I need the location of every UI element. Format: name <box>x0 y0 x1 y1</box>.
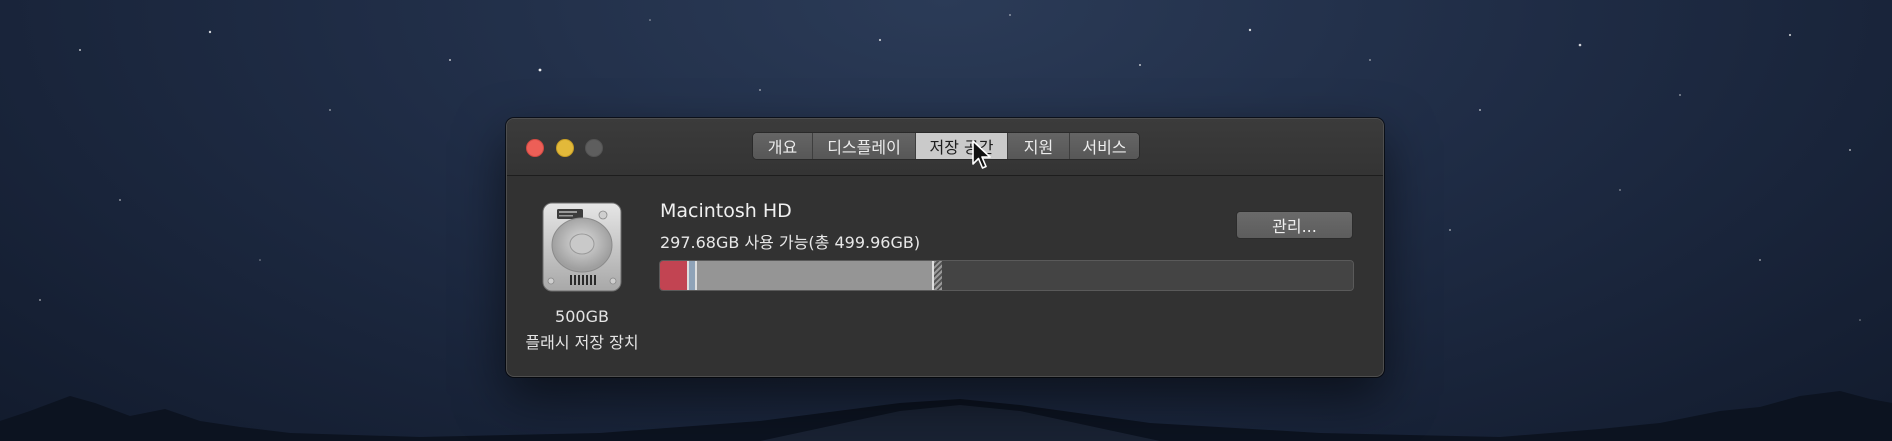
about-this-mac-window: 개요 디스플레이 저장 공간 지원 서비스 500GB 플래시 저장 장치 Ma… <box>506 118 1384 377</box>
manage-button[interactable]: 관리... <box>1236 211 1353 239</box>
storage-segment-red[interactable] <box>660 261 687 290</box>
zoom-button[interactable] <box>585 139 603 157</box>
hard-drive-icon <box>542 202 622 292</box>
close-button[interactable] <box>526 139 544 157</box>
disk-type-label: 플래시 저장 장치 <box>525 333 639 352</box>
tab-storage[interactable]: 저장 공간 <box>916 133 1008 159</box>
tab-displays[interactable]: 디스플레이 <box>813 133 916 159</box>
tab-service[interactable]: 서비스 <box>1070 133 1139 159</box>
tab-support[interactable]: 지원 <box>1008 133 1070 159</box>
storage-segment-hatched[interactable] <box>934 261 942 290</box>
mouse-pointer-icon <box>972 140 991 169</box>
storage-usage-bar[interactable] <box>659 260 1354 291</box>
storage-free-space[interactable] <box>942 261 1353 290</box>
window-titlebar: 개요 디스플레이 저장 공간 지원 서비스 <box>507 119 1383 176</box>
volume-capacity-info: 297.68GB 사용 가능(총 499.96GB) <box>660 233 921 252</box>
storage-segment-grey[interactable] <box>697 261 932 290</box>
disk-size-label: 500GB <box>555 307 609 326</box>
minimize-button[interactable] <box>556 139 574 157</box>
tab-overview[interactable]: 개요 <box>753 133 813 159</box>
volume-name: Macintosh HD <box>660 200 792 222</box>
tab-bar: 개요 디스플레이 저장 공간 지원 서비스 <box>752 132 1140 160</box>
